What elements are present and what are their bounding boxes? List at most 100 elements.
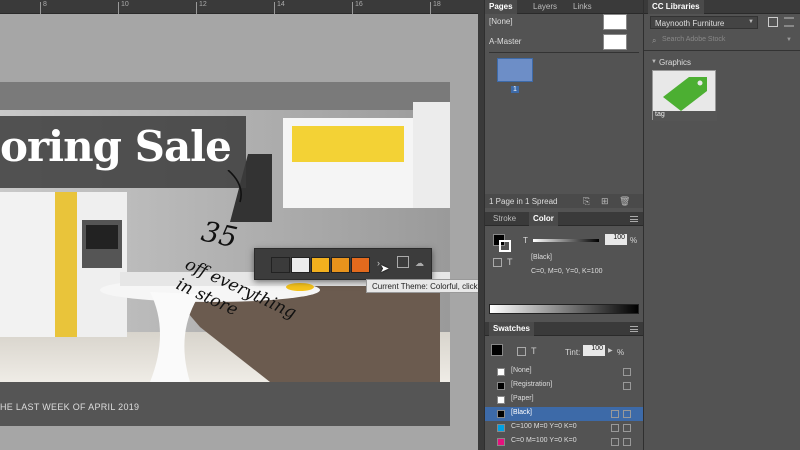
chevron-down-icon[interactable]: ▼: [786, 37, 792, 43]
ruler-number: 8: [43, 1, 47, 8]
none-master-label[interactable]: [None]: [489, 17, 513, 26]
swatch-row-black[interactable]: [Black]: [485, 407, 643, 421]
tab-pages[interactable]: Pages: [485, 0, 517, 14]
library-name: Maynooth Furniture: [655, 19, 725, 28]
panel-menu-icon[interactable]: [630, 216, 638, 222]
footer-date-text[interactable]: HE LAST WEEK OF APRIL 2019: [0, 402, 139, 412]
cmyk-icon: [623, 410, 631, 418]
top-ruler[interactable]: 8 10 12 14 16 18: [0, 0, 478, 14]
cc-libraries-tabs: CC Libraries: [644, 0, 800, 14]
tab-swatches[interactable]: Swatches: [489, 322, 534, 336]
swatch-color-box: [497, 410, 505, 418]
cmyk-icon: [623, 438, 631, 446]
mouse-cursor-icon: ➤: [380, 263, 390, 275]
swatch-tint-input[interactable]: 100: [583, 345, 605, 356]
ruler-number: 16: [355, 1, 363, 8]
library-asset-tag[interactable]: tag: [652, 70, 717, 121]
swatch-name: [Registration]: [511, 381, 553, 388]
tint-label: T: [523, 236, 528, 245]
add-theme-to-swatches-icon[interactable]: [397, 256, 409, 268]
tint-input[interactable]: 100: [605, 234, 627, 245]
stroke-swatch[interactable]: [499, 240, 511, 252]
ruler-number: 12: [199, 1, 207, 8]
pages-status-text: 1 Page in 1 Spread: [489, 197, 558, 206]
list-view-icon[interactable]: [784, 17, 794, 27]
divider: [644, 50, 800, 51]
color-theme-popup[interactable]: › ☁: [254, 248, 432, 280]
formatting-text-icon[interactable]: T: [531, 346, 537, 356]
swatch-row-none[interactable]: [None]: [485, 365, 643, 379]
asset-name: tag: [653, 111, 717, 121]
pasteboard[interactable]: [450, 82, 478, 426]
swatch-color-box: [497, 396, 505, 404]
cloud-icon[interactable]: ☁: [415, 258, 424, 269]
swatch-row-cyan[interactable]: C=100 M=0 Y=0 K=0: [485, 421, 643, 435]
graphics-section-label[interactable]: Graphics: [659, 58, 691, 67]
theme-swatch[interactable]: [291, 257, 310, 273]
non-printing-icon: [623, 368, 631, 376]
swatch-name: C=100 M=0 Y=0 K=0: [511, 423, 577, 430]
new-page-icon[interactable]: ⊞: [601, 196, 609, 207]
tab-links[interactable]: Links: [573, 0, 592, 14]
grid-view-icon[interactable]: [768, 17, 778, 27]
tint-slider[interactable]: [533, 239, 599, 242]
registration-icon: [623, 382, 631, 390]
swatch-row-magenta[interactable]: C=0 M=100 Y=0 K=0: [485, 435, 643, 449]
color-panel-tabs: Stroke Color: [485, 212, 643, 226]
panel-dock: Pages Layers Links [None] A-Master 1 1 P…: [484, 0, 643, 450]
theme-swatch[interactable]: [311, 257, 330, 273]
swatch-name: [Black]: [511, 409, 533, 416]
sale-title-text[interactable]: oring Sale: [0, 122, 232, 171]
ruler-tick: [40, 2, 41, 14]
ruler-tick: [196, 2, 197, 14]
percent-label: %: [630, 236, 638, 245]
swatch-color-box: [497, 368, 505, 376]
chevron-right-icon[interactable]: ▶: [608, 347, 613, 354]
formatting-text-icon[interactable]: T: [507, 257, 513, 267]
page-size-icon[interactable]: ⎘: [583, 196, 590, 207]
swatch-color-box: [497, 382, 505, 390]
tab-stroke[interactable]: Stroke: [493, 212, 516, 226]
a-master-thumbnail[interactable]: [603, 34, 627, 50]
pages-panel-tabs: Pages Layers Links: [485, 0, 643, 14]
swatch-color-box: [497, 424, 505, 432]
tab-cc-libraries[interactable]: CC Libraries: [648, 0, 704, 14]
formatting-container-icon[interactable]: [517, 347, 526, 356]
process-color-icon: [611, 410, 619, 418]
chevron-down-icon[interactable]: ▼: [651, 59, 657, 65]
color-swatch-name: [Black]: [531, 254, 553, 261]
page-thumbnail[interactable]: [497, 58, 533, 82]
none-master-thumbnail[interactable]: [603, 14, 627, 30]
swatch-row-registration[interactable]: [Registration]: [485, 379, 643, 393]
swatch-name: C=0 M=100 Y=0 K=0: [511, 437, 577, 444]
theme-swatch[interactable]: [331, 257, 350, 273]
tab-color[interactable]: Color: [529, 212, 558, 226]
theme-swatch[interactable]: [271, 257, 290, 273]
swatches-panel-tabs: Swatches: [485, 322, 643, 336]
color-cmyk-values: C=0, M=0, Y=0, K=100: [531, 268, 603, 275]
formatting-container-icon[interactable]: [493, 258, 502, 267]
theme-swatch[interactable]: [351, 257, 370, 273]
delete-page-icon[interactable]: 🗑: [619, 196, 630, 207]
ruler-number: 10: [121, 1, 129, 8]
document-canvas[interactable]: 8 10 12 14 16 18 HE LAST WEEK OF APRIL 2…: [0, 0, 478, 450]
chevron-down-icon: ▼: [748, 19, 754, 25]
process-color-icon: [611, 424, 619, 432]
cmyk-icon: [623, 424, 631, 432]
swatch-fill-box[interactable]: [491, 344, 503, 356]
swatch-row-paper[interactable]: [Paper]: [485, 393, 643, 407]
theme-tooltip: Current Theme: Colorful, click to view a…: [366, 279, 478, 293]
color-ramp[interactable]: [489, 304, 639, 314]
search-input[interactable]: Search Adobe Stock: [662, 36, 786, 46]
tab-layers[interactable]: Layers: [533, 0, 557, 14]
ruler-tick: [274, 2, 275, 14]
library-select[interactable]: Maynooth Furniture ▼: [650, 16, 758, 29]
swatch-name: [Paper]: [511, 395, 534, 402]
swatch-color-box: [497, 438, 505, 446]
tint-label: Tint:: [565, 348, 581, 357]
a-master-label[interactable]: A-Master: [489, 37, 521, 46]
cc-libraries-panel: CC Libraries Maynooth Furniture ▼ ⌕ Sear…: [643, 0, 800, 450]
tag-icon: [663, 77, 707, 111]
panel-menu-icon[interactable]: [630, 326, 638, 332]
swatch-name: [None]: [511, 367, 532, 374]
